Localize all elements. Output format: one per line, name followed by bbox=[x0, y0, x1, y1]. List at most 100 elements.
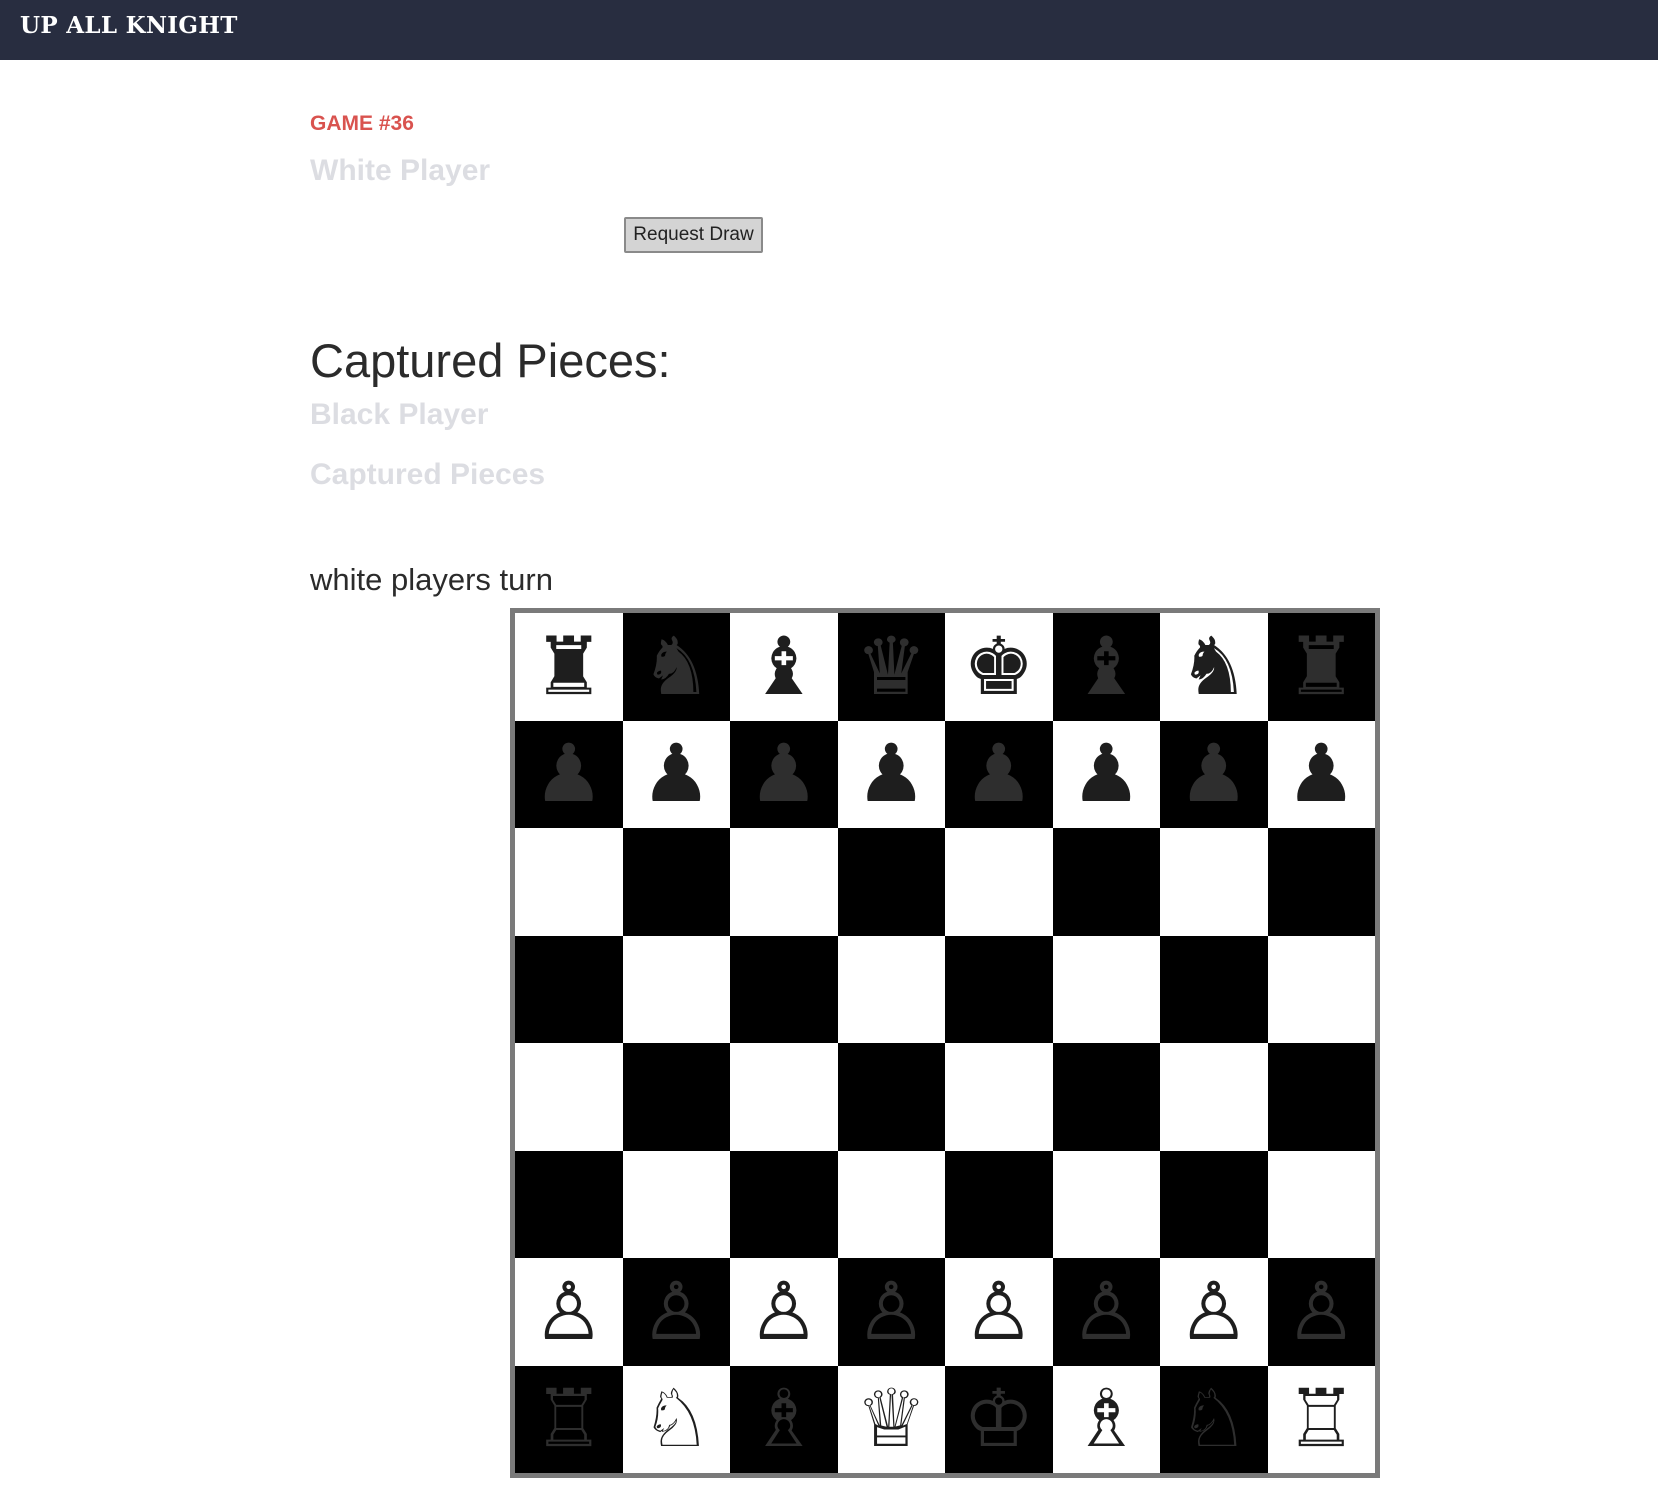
square-g1[interactable]: ♘ bbox=[1160, 1365, 1268, 1473]
square-h8[interactable]: ♜ bbox=[1267, 613, 1375, 721]
square-d3[interactable] bbox=[837, 1150, 945, 1258]
square-h7[interactable]: ♟ bbox=[1267, 720, 1375, 828]
black-king-icon[interactable]: ♚ bbox=[963, 626, 1035, 707]
white-rook-icon[interactable]: ♖ bbox=[1285, 1379, 1357, 1459]
request-draw-button[interactable]: Request Draw bbox=[624, 217, 763, 253]
black-pawn-icon[interactable]: ♟ bbox=[1178, 734, 1250, 814]
square-e3[interactable] bbox=[945, 1150, 1053, 1258]
square-b6[interactable] bbox=[622, 828, 730, 936]
square-e4[interactable] bbox=[945, 1043, 1053, 1151]
black-rook-icon[interactable]: ♜ bbox=[533, 626, 605, 707]
square-f4[interactable] bbox=[1052, 1043, 1160, 1151]
square-f2[interactable]: ♙ bbox=[1052, 1258, 1160, 1366]
square-h2[interactable]: ♙ bbox=[1267, 1258, 1375, 1366]
square-d8[interactable]: ♛ bbox=[837, 613, 945, 721]
square-a4[interactable] bbox=[515, 1043, 623, 1151]
white-pawn-icon[interactable]: ♙ bbox=[533, 1271, 605, 1352]
square-f5[interactable] bbox=[1052, 935, 1160, 1043]
square-a3[interactable] bbox=[515, 1150, 623, 1258]
square-e1[interactable]: ♔ bbox=[945, 1365, 1053, 1473]
white-queen-icon[interactable]: ♕ bbox=[855, 1379, 927, 1459]
square-h1[interactable]: ♖ bbox=[1267, 1365, 1375, 1473]
square-a1[interactable]: ♖ bbox=[515, 1365, 623, 1473]
white-king-icon[interactable]: ♔ bbox=[963, 1379, 1035, 1459]
black-queen-icon[interactable]: ♛ bbox=[855, 626, 927, 707]
black-rook-icon[interactable]: ♜ bbox=[1285, 626, 1357, 707]
square-e2[interactable]: ♙ bbox=[945, 1258, 1053, 1366]
square-e8[interactable]: ♚ bbox=[945, 613, 1053, 721]
black-pawn-icon[interactable]: ♟ bbox=[533, 734, 605, 814]
black-pawn-icon[interactable]: ♟ bbox=[855, 734, 927, 814]
square-a6[interactable] bbox=[515, 828, 623, 936]
square-g5[interactable] bbox=[1160, 935, 1268, 1043]
white-bishop-icon[interactable]: ♗ bbox=[1070, 1379, 1142, 1459]
white-pawn-icon[interactable]: ♙ bbox=[1178, 1271, 1250, 1352]
square-d4[interactable] bbox=[837, 1043, 945, 1151]
white-player-name: White Player bbox=[310, 154, 491, 187]
square-f3[interactable] bbox=[1052, 1150, 1160, 1258]
square-e5[interactable] bbox=[945, 935, 1053, 1043]
square-h5[interactable] bbox=[1267, 935, 1375, 1043]
square-c2[interactable]: ♙ bbox=[730, 1258, 838, 1366]
square-f1[interactable]: ♗ bbox=[1052, 1365, 1160, 1473]
square-d2[interactable]: ♙ bbox=[837, 1258, 945, 1366]
white-pawn-icon[interactable]: ♙ bbox=[963, 1271, 1035, 1352]
square-h6[interactable] bbox=[1267, 828, 1375, 936]
square-d6[interactable] bbox=[837, 828, 945, 936]
square-b5[interactable] bbox=[622, 935, 730, 1043]
square-a2[interactable]: ♙ bbox=[515, 1258, 623, 1366]
black-pawn-icon[interactable]: ♟ bbox=[748, 734, 820, 814]
white-knight-icon[interactable]: ♘ bbox=[1178, 1379, 1250, 1459]
white-pawn-icon[interactable]: ♙ bbox=[855, 1271, 927, 1352]
black-pawn-icon[interactable]: ♟ bbox=[963, 734, 1035, 814]
square-b7[interactable]: ♟ bbox=[622, 720, 730, 828]
square-e6[interactable] bbox=[945, 828, 1053, 936]
square-a7[interactable]: ♟ bbox=[515, 720, 623, 828]
square-f8[interactable]: ♝ bbox=[1052, 613, 1160, 721]
white-pawn-icon[interactable]: ♙ bbox=[748, 1271, 820, 1352]
black-bishop-icon[interactable]: ♝ bbox=[1070, 626, 1142, 707]
square-c8[interactable]: ♝ bbox=[730, 613, 838, 721]
square-c6[interactable] bbox=[730, 828, 838, 936]
white-rook-icon[interactable]: ♖ bbox=[533, 1379, 605, 1459]
black-pawn-icon[interactable]: ♟ bbox=[1285, 734, 1357, 814]
square-b1[interactable]: ♘ bbox=[622, 1365, 730, 1473]
square-f6[interactable] bbox=[1052, 828, 1160, 936]
square-c4[interactable] bbox=[730, 1043, 838, 1151]
square-g8[interactable]: ♞ bbox=[1160, 613, 1268, 721]
square-a8[interactable]: ♜ bbox=[515, 613, 623, 721]
black-knight-icon[interactable]: ♞ bbox=[1178, 626, 1250, 707]
chess-board: ♜ ♞ ♝ ♛ ♚ ♝ ♞ ♜ ♟ ♟ ♟ ♟ ♟ ♟ ♟ ♟ ♙ ♙ ♙ ♙ ♙ ♙ ♙ ♙ ♖ ♘ ♗ ♕ ♔ ♗ ♘ ♖ bbox=[510, 608, 1380, 1478]
black-pawn-icon[interactable]: ♟ bbox=[1070, 734, 1142, 814]
white-bishop-icon[interactable]: ♗ bbox=[748, 1379, 820, 1459]
square-c1[interactable]: ♗ bbox=[730, 1365, 838, 1473]
square-c7[interactable]: ♟ bbox=[730, 720, 838, 828]
square-d7[interactable]: ♟ bbox=[837, 720, 945, 828]
square-d1[interactable]: ♕ bbox=[837, 1365, 945, 1473]
black-pawn-icon[interactable]: ♟ bbox=[640, 734, 712, 814]
square-g7[interactable]: ♟ bbox=[1160, 720, 1268, 828]
square-g6[interactable] bbox=[1160, 828, 1268, 936]
square-g3[interactable] bbox=[1160, 1150, 1268, 1258]
square-f7[interactable]: ♟ bbox=[1052, 720, 1160, 828]
square-c5[interactable] bbox=[730, 935, 838, 1043]
white-pawn-icon[interactable]: ♙ bbox=[640, 1271, 712, 1352]
square-h4[interactable] bbox=[1267, 1043, 1375, 1151]
square-c3[interactable] bbox=[730, 1150, 838, 1258]
square-g2[interactable]: ♙ bbox=[1160, 1258, 1268, 1366]
square-b3[interactable] bbox=[622, 1150, 730, 1258]
square-e7[interactable]: ♟ bbox=[945, 720, 1053, 828]
square-b8[interactable]: ♞ bbox=[622, 613, 730, 721]
white-pawn-icon[interactable]: ♙ bbox=[1070, 1271, 1142, 1352]
white-pawn-icon[interactable]: ♙ bbox=[1285, 1271, 1357, 1352]
square-a5[interactable] bbox=[515, 935, 623, 1043]
square-b4[interactable] bbox=[622, 1043, 730, 1151]
square-d5[interactable] bbox=[837, 935, 945, 1043]
black-knight-icon[interactable]: ♞ bbox=[640, 626, 712, 707]
white-knight-icon[interactable]: ♘ bbox=[640, 1379, 712, 1459]
brand-logo[interactable]: UP ALL KNIGHT bbox=[20, 12, 238, 39]
square-g4[interactable] bbox=[1160, 1043, 1268, 1151]
square-h3[interactable] bbox=[1267, 1150, 1375, 1258]
black-bishop-icon[interactable]: ♝ bbox=[748, 626, 820, 707]
square-b2[interactable]: ♙ bbox=[622, 1258, 730, 1366]
